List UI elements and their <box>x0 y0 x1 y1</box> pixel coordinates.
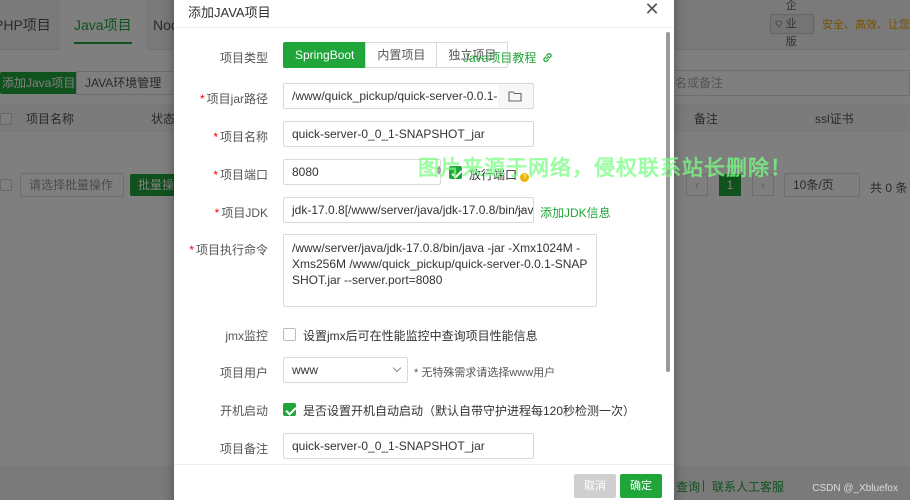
jmx-label: jmx监控 <box>225 329 268 343</box>
add-java-project-dialog: 添加JAVA项目 ✕ 项目类型 SpringBoot 内置项目 独立项目 Jav… <box>174 0 674 500</box>
author-credit: CSDN @_Xbluefox <box>812 483 898 494</box>
jdk-label: * 项目JDK <box>214 206 268 220</box>
jmx-description: 设置jmx后可在性能监控中查询项目性能信息 <box>303 329 538 343</box>
type-builtin-button[interactable]: 内置项目 <box>365 42 438 68</box>
project-name-input[interactable]: quick-server-0_0_1-SNAPSHOT_jar <box>283 121 534 147</box>
dialog-footer: 取消 确定 <box>174 464 674 500</box>
dialog-header: 添加JAVA项目 ✕ <box>174 0 674 28</box>
jar-path-input[interactable]: /www/quick_pickup/quick-server-0.0.1-SNA… <box>283 83 499 109</box>
autostart-label: 开机启动 <box>219 404 268 418</box>
type-springboot-button[interactable]: SpringBoot <box>283 42 367 68</box>
java-tutorial-link-text: Java项目教程 <box>463 51 537 65</box>
folder-button[interactable] <box>498 83 534 109</box>
close-icon[interactable]: ✕ <box>644 0 660 18</box>
command-label: * 项目执行命令 <box>189 243 268 257</box>
cancel-button[interactable]: 取消 <box>574 474 616 498</box>
user-select-value: www <box>292 363 318 377</box>
user-label: 项目用户 <box>219 366 268 380</box>
project-name-label: * 项目名称 <box>213 130 268 144</box>
jar-path-label: * 项目jar路径 <box>199 92 268 106</box>
jmx-checkbox[interactable] <box>283 328 296 341</box>
remark-label: 项目备注 <box>219 442 268 456</box>
project-type-label: 项目类型 <box>219 51 268 65</box>
confirm-button[interactable]: 确定 <box>620 474 662 498</box>
folder-icon <box>508 91 522 102</box>
jdk-select-value: jdk-17.0.8[/www/server/java/jdk-17.0.8/b… <box>292 203 534 217</box>
link-icon <box>543 53 552 62</box>
watermark-text: 图片来源于网络，侵权联系站长删除！ <box>418 157 792 180</box>
user-hint: * 无特殊需求请选择www用户 <box>414 367 556 379</box>
command-textarea[interactable]: /www/server/java/jdk-17.0.8/bin/java -ja… <box>283 234 597 307</box>
dialog-title: 添加JAVA项目 <box>188 5 271 20</box>
remark-input[interactable]: quick-server-0_0_1-SNAPSHOT_jar <box>283 433 534 459</box>
autostart-description: 是否设置开机自动启动（默认自带守护进程每120秒检测一次） <box>303 404 636 418</box>
autostart-checkbox[interactable] <box>283 403 296 416</box>
add-jdk-link[interactable]: 添加JDK信息 <box>540 204 611 221</box>
user-select[interactable]: www <box>283 357 408 383</box>
dialog-scrollbar[interactable] <box>666 32 670 372</box>
java-tutorial-link[interactable]: Java项目教程 <box>463 49 553 66</box>
project-port-label: * 项目端口 <box>213 168 268 182</box>
jdk-select[interactable]: jdk-17.0.8[/www/server/java/jdk-17.0.8/b… <box>283 197 534 223</box>
